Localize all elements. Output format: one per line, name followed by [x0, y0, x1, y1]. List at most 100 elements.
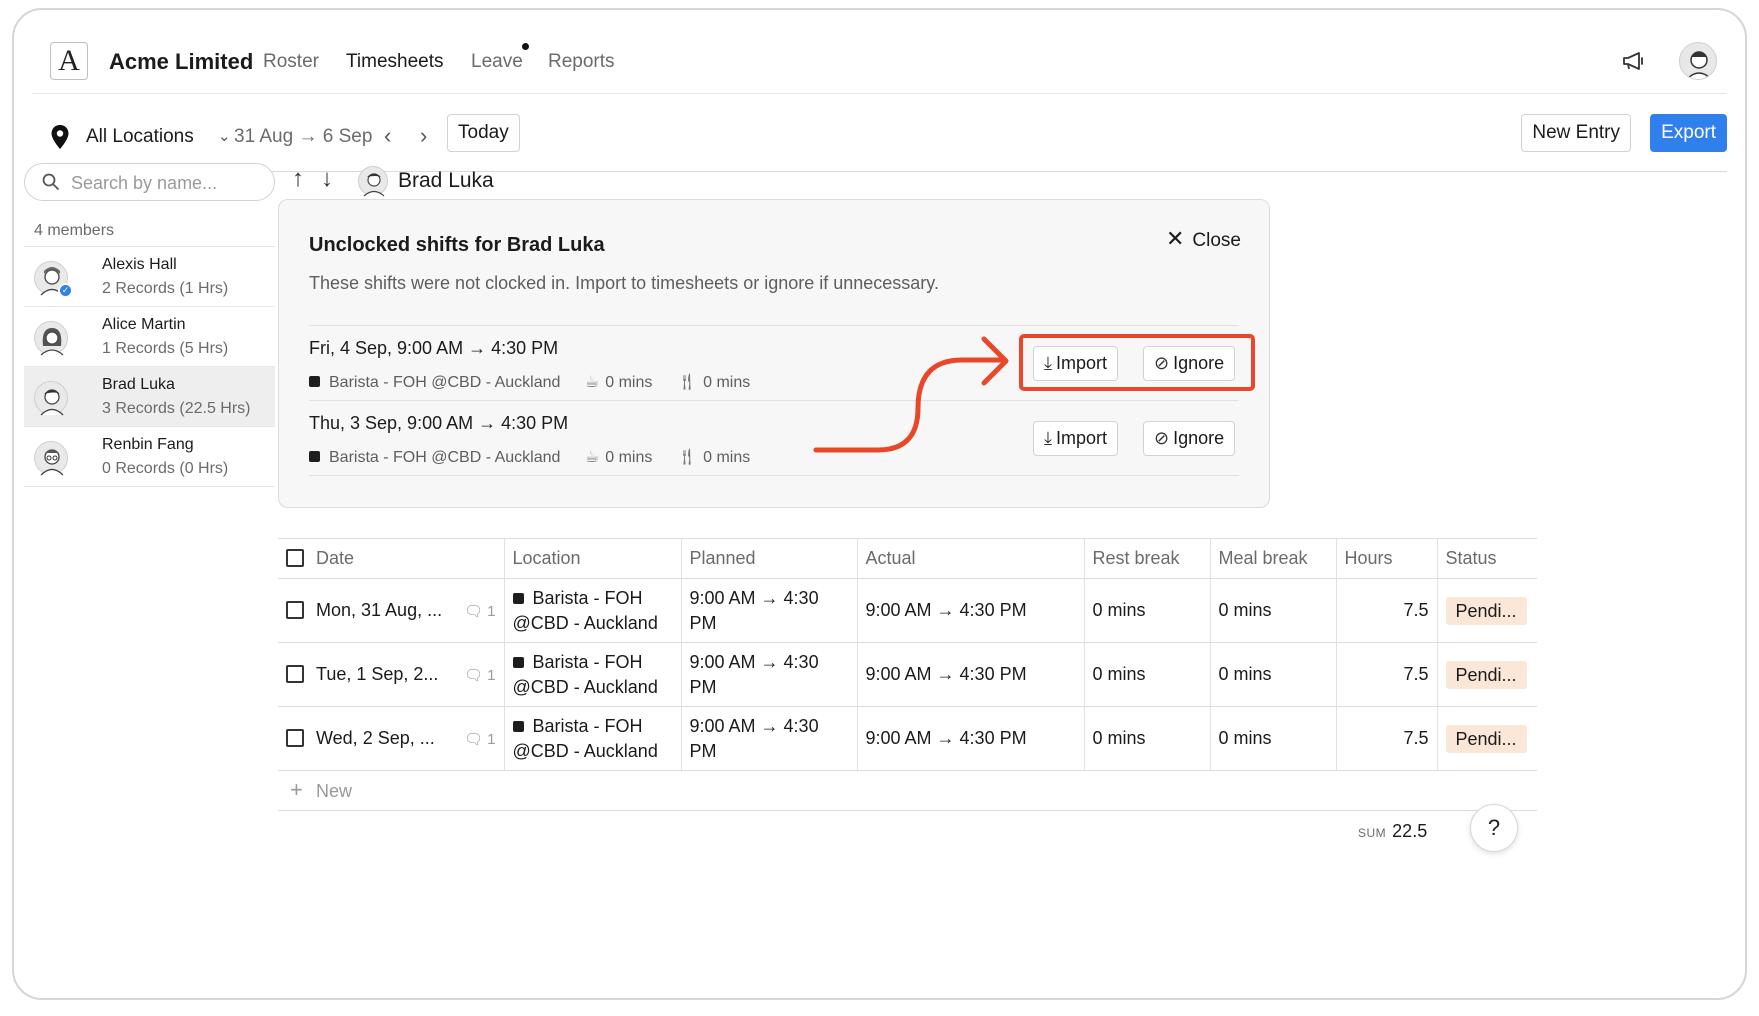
meal-break: 0 mins — [703, 374, 751, 391]
nav-leave[interactable]: Leave — [471, 51, 523, 73]
highlight-box — [1019, 334, 1255, 391]
row-location-line1: Barista - FOH — [532, 715, 643, 736]
status-badge[interactable]: Pendi... — [1445, 596, 1527, 625]
user-avatar-face-icon — [1686, 51, 1712, 79]
row-rest-break: 0 mins — [1084, 706, 1211, 771]
location-color-swatch — [512, 592, 524, 604]
new-entry-button[interactable]: New Entry — [1521, 114, 1631, 152]
shift-time: Fri, 4 Sep, 9:00 AM → 4:30 PM — [309, 338, 559, 358]
header-actual[interactable]: Actual — [857, 538, 1085, 579]
row-location-line1: Barista - FOH — [532, 587, 643, 608]
search-icon — [42, 173, 59, 190]
ignore-button[interactable]: ⊘ Ignore — [1143, 421, 1236, 456]
comment-count[interactable]: 🗨︎ 1 — [464, 599, 496, 624]
user-avatar[interactable] — [1679, 42, 1717, 80]
row-meal-break: 0 mins — [1210, 706, 1337, 771]
row-planned-line2: PM — [689, 612, 717, 633]
company-logo[interactable]: A — [50, 42, 88, 80]
add-new-row-button[interactable]: + New — [278, 773, 1537, 811]
hours-sum: SUM 22.5 — [1358, 821, 1427, 842]
row-actual: 9:00 AM → 4:30 PM — [857, 706, 1085, 771]
table-row[interactable]: Wed, 2 Sep, ... 🗨︎ 1 Barista - FOH @CBD - … — [278, 706, 1537, 771]
member-name: Brad Luka — [102, 376, 175, 393]
comment-count[interactable]: 🗨︎ 1 — [464, 663, 496, 688]
row-planned-line1: 9:00 AM → 4:30 — [689, 587, 819, 608]
row-checkbox[interactable] — [286, 728, 304, 747]
member-records: 0 Records (0 Hrs) — [102, 460, 229, 477]
prev-week-button[interactable]: ‹ — [384, 123, 391, 149]
close-button[interactable]: ✕ Close — [1166, 226, 1241, 252]
member-item-brad-luka[interactable]: Brad Luka 3 Records (22.5 Hrs) — [24, 367, 275, 427]
row-date: Wed, 2 Sep, ... — [316, 727, 435, 748]
row-actual: 9:00 AM → 4:30 PM — [857, 578, 1085, 643]
location-color-swatch — [512, 720, 524, 732]
comment-count-value: 1 — [487, 666, 496, 684]
row-date: Tue, 1 Sep, 2... — [316, 663, 439, 684]
status-badge[interactable]: Pendi... — [1445, 724, 1527, 753]
panel-subtitle: These shifts were not clocked in. Import… — [309, 273, 939, 293]
arrow-down-icon[interactable]: ↓ — [321, 165, 333, 193]
next-week-button[interactable]: › — [420, 123, 427, 149]
avatar — [34, 381, 68, 416]
comment-icon: 🗨︎ — [463, 666, 488, 684]
comment-count-value: 1 — [487, 602, 496, 620]
row-planned-line1: 9:00 AM → 4:30 — [689, 651, 819, 672]
row-meal-break: 0 mins — [1210, 642, 1337, 707]
header-meal-break[interactable]: Meal break — [1210, 538, 1337, 579]
nav-timesheets[interactable]: Timesheets — [346, 51, 444, 73]
member-item-alexis-hall[interactable]: ✓ Alexis Hall 2 Records (1 Hrs) — [24, 247, 275, 307]
date-range[interactable]: 31 Aug → 6 Sep — [234, 126, 372, 148]
shift-location: Barista - FOH @CBD - Auckland — [329, 374, 561, 391]
header-planned[interactable]: Planned — [681, 538, 858, 579]
cutlery-icon: 🍴︎ — [676, 449, 698, 466]
location-selector[interactable]: All Locations — [86, 126, 194, 148]
table-row[interactable]: Tue, 1 Sep, 2... 🗨︎ 1 Barista - FOH @CBD -… — [278, 642, 1537, 707]
member-name: Alice Martin — [102, 316, 186, 333]
rest-break: 0 mins — [605, 374, 653, 391]
leave-notification-dot — [522, 43, 529, 50]
top-nav: A Acme Limited Roster Timesheets Leave R… — [32, 30, 1727, 94]
avatar — [34, 441, 68, 476]
row-planned-line2: PM — [689, 740, 717, 761]
comment-count[interactable]: 🗨︎ 1 — [464, 727, 496, 752]
member-name: Alexis Hall — [102, 256, 177, 273]
export-button[interactable]: Export — [1650, 114, 1727, 152]
coffee-cup-icon: ☕︎ — [584, 449, 600, 466]
member-item-alice-martin[interactable]: Alice Martin 1 Records (5 Hrs) — [24, 307, 275, 367]
header-hours[interactable]: Hours — [1336, 538, 1438, 579]
avatar-face-icon — [40, 449, 64, 476]
row-hours: 7.5 — [1336, 706, 1438, 771]
status-badge[interactable]: Pendi... — [1445, 660, 1527, 689]
arrow-up-icon[interactable]: ↑ — [292, 165, 304, 193]
add-new-label: New — [316, 781, 353, 801]
row-checkbox[interactable] — [286, 600, 304, 619]
timesheet-table: Date Location Planned Actual Rest break … — [278, 538, 1537, 771]
shift-location: Barista - FOH @CBD - Auckland — [329, 449, 561, 466]
header-date-label: Date — [316, 548, 355, 568]
row-checkbox[interactable] — [286, 664, 304, 683]
import-button[interactable]: ⤓ Import — [1033, 421, 1118, 456]
row-rest-break: 0 mins — [1084, 578, 1211, 643]
row-planned-line1: 9:00 AM → 4:30 — [689, 715, 819, 736]
select-all-checkbox[interactable] — [286, 549, 304, 567]
table-row[interactable]: Mon, 31 Aug, ... 🗨︎ 1 Barista - FOH @CBD -… — [278, 578, 1537, 643]
nav-reports[interactable]: Reports — [548, 51, 615, 73]
member-item-renbin-fang[interactable]: Renbin Fang 0 Records (0 Hrs) — [24, 427, 275, 487]
company-name: Acme Limited — [109, 49, 254, 74]
location-color-swatch — [309, 451, 320, 462]
member-search[interactable]: Search by name... — [24, 163, 275, 201]
nav-roster[interactable]: Roster — [263, 51, 319, 73]
today-button[interactable]: Today — [447, 114, 520, 152]
members-count: 4 members — [34, 222, 115, 239]
avatar-face-icon — [40, 389, 64, 416]
row-location-line2: @CBD - Auckland — [512, 676, 658, 697]
cutlery-icon: 🍴︎ — [676, 374, 698, 391]
row-date: Mon, 31 Aug, ... — [316, 599, 443, 620]
header-location[interactable]: Location — [504, 538, 682, 579]
header-status[interactable]: Status — [1437, 538, 1537, 579]
chevron-down-icon[interactable]: ⌄ — [218, 127, 231, 145]
header-rest-break[interactable]: Rest break — [1084, 538, 1211, 579]
megaphone-icon[interactable] — [1621, 48, 1647, 74]
help-button[interactable]: ? — [1470, 804, 1518, 852]
shift-meta: Barista - FOH @CBD - Auckland ☕︎ 0 mins 🍴… — [309, 372, 750, 392]
